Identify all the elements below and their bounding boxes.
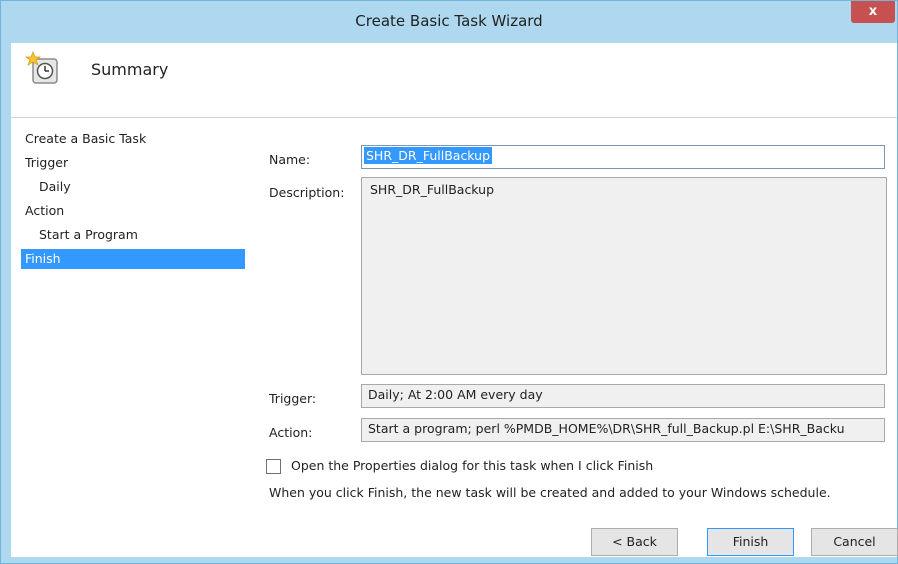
wizard-window: Create Basic Task Wizard x Summary Creat… [0,0,898,564]
window-left-border [1,43,11,563]
description-field[interactable]: SHR_DR_FullBackup [361,177,887,375]
finish-button[interactable]: Finish [707,528,794,556]
window-title: Create Basic Task Wizard [355,12,543,30]
nav-item-trigger[interactable]: Trigger [21,151,245,175]
trigger-label: Trigger: [269,391,317,406]
wizard-header: Summary [11,43,897,118]
name-value: SHR_DR_FullBackup [364,147,493,164]
open-properties-checkbox[interactable] [266,459,281,474]
description-label: Description: [269,185,345,200]
back-button[interactable]: < Back [591,528,678,556]
task-scheduler-clock-icon [25,51,58,84]
close-button[interactable]: x [851,1,895,23]
page-title: Summary [91,60,169,79]
action-label: Action: [269,425,313,440]
name-label: Name: [269,152,311,167]
nav-item-daily[interactable]: Daily [21,175,245,199]
action-field[interactable]: Start a program; perl %PMDB_HOME%\DR\SHR… [361,418,885,442]
title-bar[interactable]: Create Basic Task Wizard x [1,1,897,43]
nav-item-action[interactable]: Action [21,199,245,223]
nav-item-finish[interactable]: Finish [21,249,245,269]
name-field[interactable]: SHR_DR_FullBackup [361,145,885,169]
trigger-field[interactable]: Daily; At 2:00 AM every day [361,384,885,408]
nav-item-create-basic-task[interactable]: Create a Basic Task [21,127,245,151]
wizard-steps-nav: Create a Basic Task Trigger Daily Action… [21,127,245,269]
cancel-button[interactable]: Cancel [811,528,898,556]
window-bottom-border [1,557,897,563]
finish-info-text: When you click Finish, the new task will… [269,485,831,500]
nav-item-start-program[interactable]: Start a Program [21,223,245,247]
open-properties-label[interactable]: Open the Properties dialog for this task… [291,458,653,473]
